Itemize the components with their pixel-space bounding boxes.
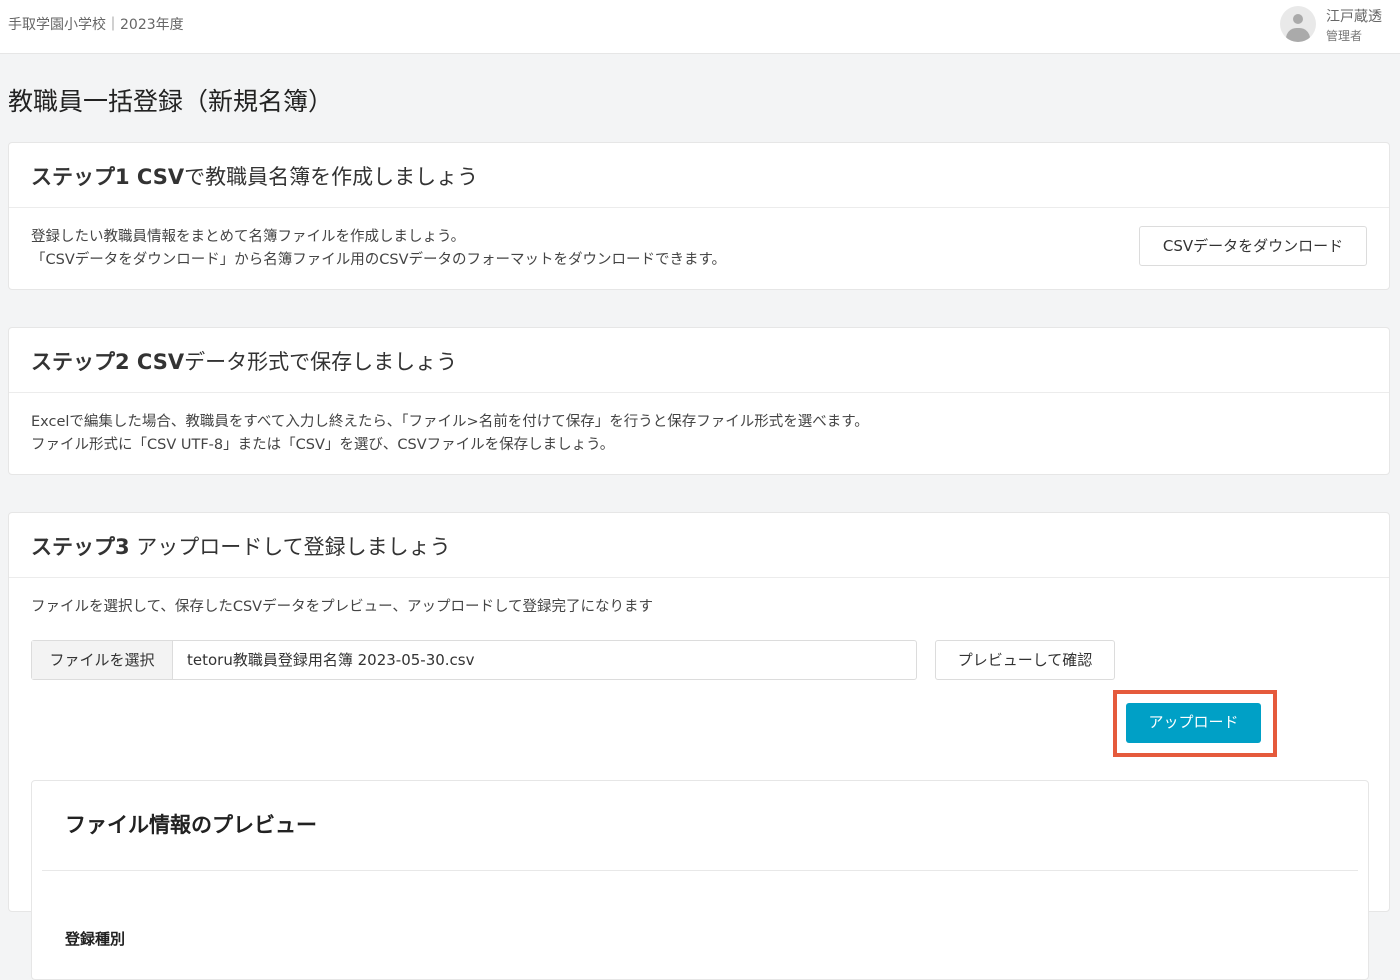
csv-download-button[interactable]: CSVデータをダウンロード bbox=[1139, 226, 1367, 266]
step3-card: ステップ3 アップロードして登録しましょう ファイルを選択して、保存したCSVデ… bbox=[8, 512, 1390, 980]
avatar-icon bbox=[1280, 6, 1316, 42]
file-preview-panel: ファイル情報のプレビュー 登録種別 bbox=[31, 780, 1369, 980]
step2-title: ステップ2 CSVデータ形式で保存しましょう bbox=[9, 328, 1389, 393]
step1-body: 登録したい教職員情報をまとめて名簿ファイルを作成しましょう。 「CSVデータをダ… bbox=[9, 208, 1389, 288]
step1-card: ステップ1 CSVで教職員名簿を作成しましょう 登録したい教職員情報をまとめて名… bbox=[8, 142, 1390, 290]
school-year-label: 手取学園小学校｜2023年度 bbox=[8, 17, 184, 33]
preview-title: ファイル情報のプレビュー bbox=[65, 813, 317, 837]
step2-line2: ファイル形式に「CSV UTF-8」または「CSV」を選び、CSVファイルを保存… bbox=[31, 437, 615, 453]
choose-file-button[interactable]: ファイルを選択 bbox=[32, 641, 173, 679]
selected-file-name: tetoru教職員登録用名簿 2023-05-30.csv bbox=[187, 651, 475, 669]
step3-description: ファイルを選択して、保存したCSVデータをプレビュー、アップロードして登録完了に… bbox=[31, 599, 654, 615]
upload-button[interactable]: アップロード bbox=[1126, 703, 1261, 743]
step2-body: Excelで編集した場合、教職員をすべて入力し終えたら、「ファイル>名前を付けて… bbox=[9, 393, 1389, 473]
step3-title: ステップ3 アップロードして登録しましょう bbox=[9, 513, 1389, 578]
file-input[interactable]: ファイルを選択 tetoru教職員登録用名簿 2023-05-30.csv bbox=[31, 640, 917, 680]
user-menu[interactable]: 江戸蔵透 管理者 bbox=[1280, 4, 1390, 50]
preview-divider bbox=[42, 870, 1358, 871]
registration-type-label: 登録種別 bbox=[65, 930, 126, 948]
step1-title: ステップ1 CSVで教職員名簿を作成しましょう bbox=[9, 143, 1389, 208]
user-role: 管理者 bbox=[1326, 29, 1363, 43]
step3-body: ファイルを選択して、保存したCSVデータをプレビュー、アップロードして登録完了に… bbox=[9, 578, 1389, 980]
preview-button[interactable]: プレビューして確認 bbox=[935, 640, 1115, 680]
step2-line1: Excelで編集した場合、教職員をすべて入力し終えたら、「ファイル>名前を付けて… bbox=[31, 414, 869, 430]
top-bar: 手取学園小学校｜2023年度 江戸蔵透 管理者 bbox=[0, 0, 1400, 54]
step2-card: ステップ2 CSVデータ形式で保存しましょう Excelで編集した場合、教職員を… bbox=[8, 327, 1390, 475]
page-title: 教職員一括登録（新規名簿） bbox=[8, 87, 334, 116]
user-name: 江戸蔵透 bbox=[1326, 9, 1382, 25]
